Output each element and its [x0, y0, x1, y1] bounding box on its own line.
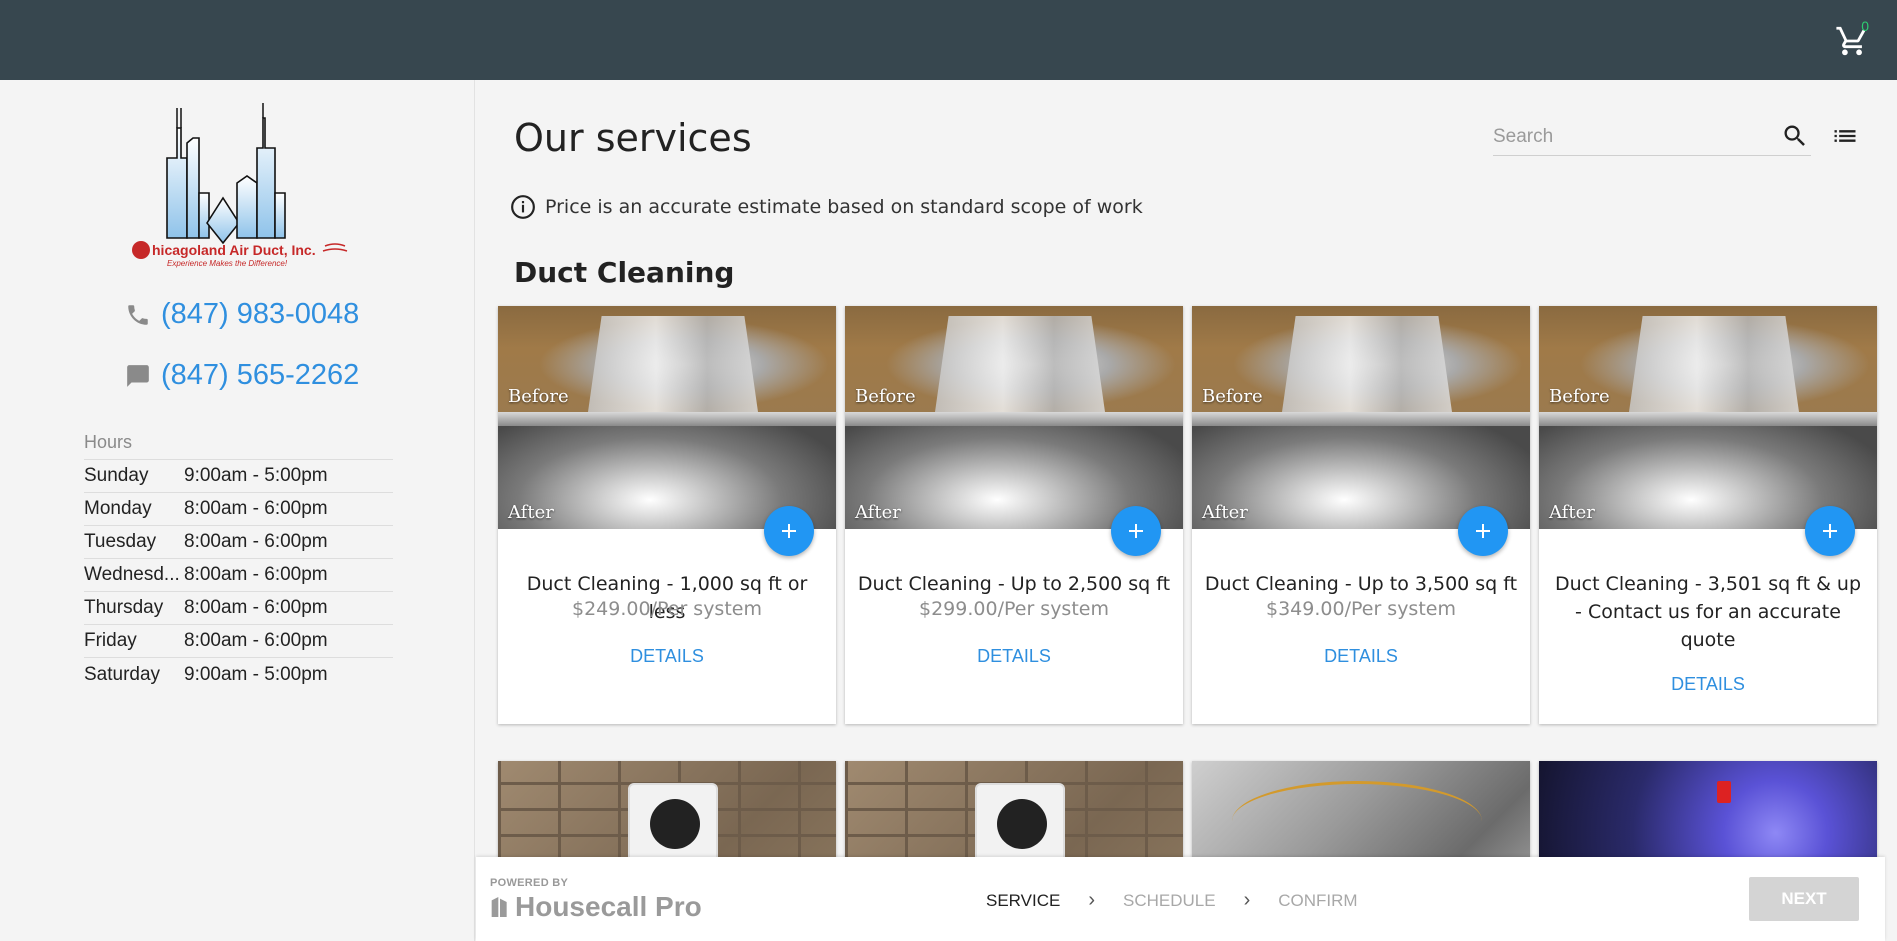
uv-light-image — [1717, 781, 1731, 803]
service-name: Duct Cleaning - Up to 3,500 sq ft — [1204, 573, 1518, 595]
service-price: $299.00/Per system — [919, 598, 1109, 620]
hours-time: 8:00am - 6:00pm — [184, 531, 328, 552]
add-service-button[interactable] — [1805, 506, 1855, 556]
step-schedule[interactable]: SCHEDULE — [1123, 891, 1216, 911]
powered-by-text: POWERED BY — [490, 877, 569, 889]
hours-day: Wednesd... — [84, 564, 180, 585]
hours-time: 8:00am - 6:00pm — [184, 630, 328, 651]
plus-icon — [782, 524, 796, 538]
search-bar — [1493, 122, 1811, 156]
plus-icon — [1476, 524, 1490, 538]
before-label: Before — [855, 386, 916, 407]
service-name: Duct Cleaning - 3,501 sq ft & up - Conta… — [1554, 573, 1862, 651]
search-button[interactable] — [1781, 122, 1811, 152]
hours-day: Thursday — [84, 597, 164, 618]
business-hours: Hours Sunday 9:00am - 5:00pm Monday 8:00… — [84, 432, 393, 691]
sidebar: hicagoland Air Duct, Inc. Experience Mak… — [0, 80, 475, 941]
list-icon — [1834, 130, 1856, 142]
svg-text:hicagoland Air Duct, Inc.: hicagoland Air Duct, Inc. — [152, 242, 316, 258]
top-bar: 0 — [0, 0, 1897, 80]
after-label: After — [1549, 502, 1595, 523]
cart-count-badge: 0 — [1861, 18, 1869, 34]
main-content: Our services Price is an accurate estima… — [476, 80, 1897, 941]
hours-row: Sunday 9:00am - 5:00pm — [84, 460, 393, 493]
info-icon — [511, 195, 535, 219]
details-link[interactable]: DETAILS — [498, 646, 836, 667]
sms-link[interactable]: (847) 565-2262 — [125, 359, 359, 392]
powered-by-badge[interactable]: POWERED BY Housecall Pro — [490, 877, 702, 923]
step-service[interactable]: SERVICE — [986, 891, 1060, 911]
hours-time: 9:00am - 5:00pm — [184, 465, 328, 486]
before-after-image: Before After — [498, 306, 836, 529]
dryer-vent-image — [628, 783, 718, 863]
dryer-vent-image — [975, 783, 1065, 863]
hours-row: Wednesd... 8:00am - 6:00pm — [84, 559, 393, 592]
after-label: After — [508, 502, 554, 523]
service-card[interactable]: Before After Duct Cleaning - Up to 2,500… — [845, 306, 1183, 724]
chevron-right-icon: › — [1243, 889, 1251, 911]
hours-day: Sunday — [84, 465, 149, 486]
phone-icon — [128, 304, 148, 325]
svg-text:Experience Makes the Differenc: Experience Makes the Difference! — [167, 259, 288, 268]
search-input[interactable] — [1493, 122, 1763, 152]
price-notice: Price is an accurate estimate based on s… — [510, 194, 1143, 220]
booking-steps: SERVICE › SCHEDULE › CONFIRM — [986, 889, 1358, 912]
hours-time: 8:00am - 6:00pm — [184, 597, 328, 618]
before-after-image: Before After — [1539, 306, 1877, 529]
details-link[interactable]: DETAILS — [1539, 674, 1877, 695]
hours-row: Friday 8:00am - 6:00pm — [84, 625, 393, 658]
add-service-button[interactable] — [1111, 506, 1161, 556]
housecall-logo-icon — [491, 897, 507, 917]
before-label: Before — [1202, 386, 1263, 407]
service-price: $249.00/Per system — [572, 598, 762, 620]
booking-footer: POWERED BY Housecall Pro SERVICE › SCHED… — [476, 857, 1885, 941]
service-card[interactable]: Before After Duct Cleaning - 1,000 sq ft… — [498, 306, 836, 724]
before-after-image: Before After — [845, 306, 1183, 529]
service-card[interactable]: Before After Duct Cleaning - Up to 3,500… — [1192, 306, 1530, 724]
before-label: Before — [508, 386, 569, 407]
hours-time: 9:00am - 5:00pm — [184, 663, 328, 685]
list-view-button[interactable] — [1831, 122, 1861, 152]
sms-number: (847) 565-2262 — [161, 359, 360, 391]
next-button[interactable]: NEXT — [1749, 877, 1859, 921]
step-confirm[interactable]: CONFIRM — [1278, 891, 1357, 911]
brand-name: Housecall Pro — [515, 891, 702, 922]
plus-icon — [1823, 524, 1837, 538]
hours-day: Saturday — [84, 663, 161, 685]
details-link[interactable]: DETAILS — [1192, 646, 1530, 667]
service-price: $349.00/Per system — [1266, 598, 1456, 620]
after-label: After — [855, 502, 901, 523]
details-link[interactable]: DETAILS — [845, 646, 1183, 667]
service-name: Duct Cleaning - Up to 2,500 sq ft — [857, 573, 1171, 595]
before-label: Before — [1549, 386, 1610, 407]
hours-row: Thursday 8:00am - 6:00pm — [84, 592, 393, 625]
hours-row: Saturday 9:00am - 5:00pm — [84, 658, 393, 691]
company-logo[interactable]: hicagoland Air Duct, Inc. Experience Mak… — [125, 98, 350, 268]
search-icon — [1784, 125, 1805, 146]
add-service-button[interactable] — [1458, 506, 1508, 556]
before-after-image: Before After — [1192, 306, 1530, 529]
add-service-button[interactable] — [764, 506, 814, 556]
after-label: After — [1202, 502, 1248, 523]
service-card[interactable]: Before After Duct Cleaning - 3,501 sq ft… — [1539, 306, 1877, 724]
hours-time: 8:00am - 6:00pm — [184, 564, 328, 585]
hours-row: Monday 8:00am - 6:00pm — [84, 493, 393, 526]
plus-icon — [1129, 524, 1143, 538]
hours-row: Tuesday 8:00am - 6:00pm — [84, 526, 393, 559]
section-title: Duct Cleaning — [514, 256, 735, 289]
hours-day: Monday — [84, 498, 152, 519]
hours-time: 8:00am - 6:00pm — [184, 498, 328, 519]
hours-day: Friday — [84, 630, 137, 651]
message-icon — [127, 364, 149, 387]
cart-button[interactable]: 0 — [1833, 18, 1873, 60]
phone-link[interactable]: (847) 983-0048 — [125, 298, 359, 331]
chevron-right-icon: › — [1088, 889, 1095, 911]
phone-number: (847) 983-0048 — [161, 298, 360, 330]
hours-title: Hours — [84, 432, 393, 460]
notice-text: Price is an accurate estimate based on s… — [545, 196, 1143, 218]
page-title: Our services — [514, 116, 752, 160]
furnace-wiring-image — [1232, 781, 1482, 861]
hours-day: Tuesday — [84, 531, 157, 552]
